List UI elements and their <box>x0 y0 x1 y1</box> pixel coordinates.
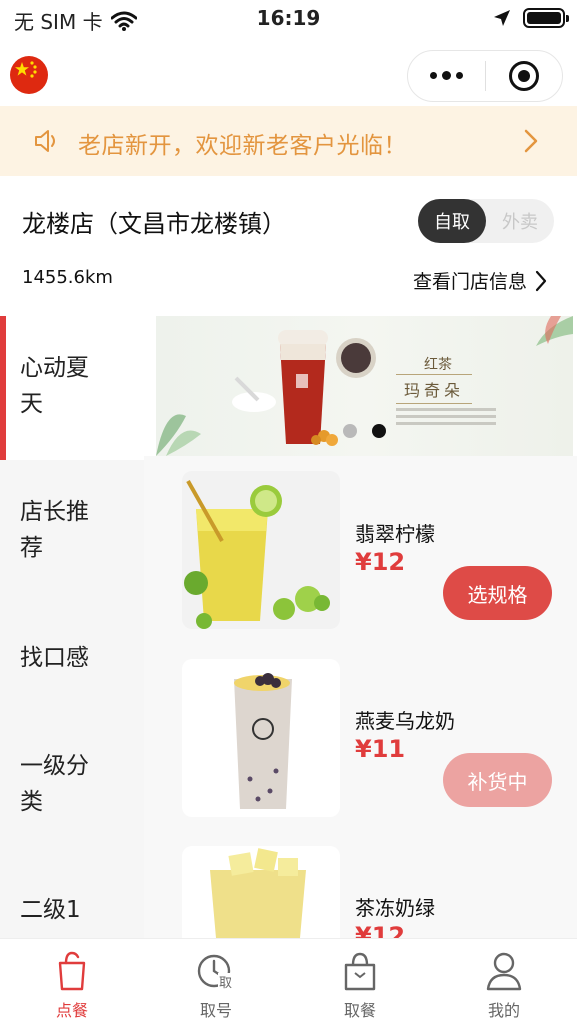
product-price: ¥12 <box>355 548 406 576</box>
svg-text:取: 取 <box>219 976 232 991</box>
tab-pickup[interactable]: 取餐 <box>288 939 432 1024</box>
store-name: 龙楼店（文昌市龙楼镇） <box>22 210 286 238</box>
notice-bar[interactable]: 老店新开，欢迎新老客户光临！ <box>0 106 577 176</box>
battery-icon <box>523 8 569 28</box>
promo-banner[interactable]: 红茶 玛奇朵 <box>156 316 573 456</box>
tab-label: 点餐 <box>55 1001 88 1020</box>
lemon-drink-image <box>184 480 330 629</box>
tea-jelly-milk-green-image <box>210 848 306 938</box>
mini-program-capsule <box>407 50 563 102</box>
banner-illustration <box>156 316 573 456</box>
tab-mine[interactable]: 我的 <box>432 939 576 1024</box>
chevron-right-icon <box>535 270 547 291</box>
category-item[interactable]: 心动夏 天 <box>0 316 144 460</box>
speaker-icon <box>35 130 55 152</box>
product-image[interactable] <box>182 846 340 938</box>
china-flag-icon[interactable] <box>10 56 48 94</box>
select-spec-button[interactable]: 选规格 <box>443 566 552 620</box>
bottom-tab-bar: 点餐 取 取号 取餐 我的 <box>0 938 577 1024</box>
order-mode-toggle: 自取 外卖 <box>418 199 554 243</box>
close-miniprogram-button[interactable] <box>486 51 563 101</box>
banner-subtitle: 玛奇朵 <box>396 374 473 404</box>
delivery-option[interactable]: 外卖 <box>486 199 554 243</box>
tab-label: 取号 <box>199 1001 232 1020</box>
app-screen: 无 SIM 卡 16:19 老店新开，欢迎新老客户光临！ 龙楼店（文昌市龙楼镇）… <box>0 0 577 1024</box>
wifi-icon <box>110 11 137 31</box>
tab-label: 我的 <box>487 1001 520 1020</box>
carousel-dot[interactable] <box>343 424 357 438</box>
category-item[interactable]: 二级1 <box>0 892 144 928</box>
carrier-label: 无 SIM 卡 <box>14 10 103 34</box>
chevron-right-icon <box>524 129 538 153</box>
store-info-label: 查看门店信息 <box>412 271 527 293</box>
banner-title: 红茶 <box>424 357 452 373</box>
category-item[interactable]: 找口感 <box>0 640 144 676</box>
restocking-button[interactable]: 补货中 <box>443 753 552 807</box>
target-circle-icon <box>508 61 539 91</box>
product-name: 茶冻奶绿 <box>355 896 435 920</box>
tab-label: 取餐 <box>343 1001 376 1020</box>
nav-bar <box>0 44 577 108</box>
product-name: 燕麦乌龙奶 <box>355 709 455 733</box>
status-right <box>493 8 569 28</box>
carousel-dot-active[interactable] <box>372 424 386 438</box>
oat-oolong-milk-image <box>234 673 292 809</box>
category-sidebar: 心动夏 天 店长推 荐 找口感 一级分 类 二级1 <box>0 316 144 938</box>
order-bag-icon <box>58 951 86 991</box>
location-arrow-icon <box>494 10 510 26</box>
product-price: ¥12 <box>355 922 406 938</box>
pickup-option[interactable]: 自取 <box>418 199 486 243</box>
user-icon <box>486 952 522 991</box>
product-image[interactable] <box>182 471 340 629</box>
category-item[interactable]: 店长推 荐 <box>0 494 144 566</box>
store-info-link[interactable]: 查看门店信息 <box>413 267 547 294</box>
status-bar: 无 SIM 卡 16:19 <box>0 0 577 40</box>
product-name: 翡翠柠檬 <box>355 522 435 546</box>
banner-text-lines <box>396 408 496 429</box>
category-item[interactable]: 一级分 类 <box>0 748 144 820</box>
more-button[interactable] <box>408 51 485 101</box>
status-left: 无 SIM 卡 <box>14 6 137 35</box>
product-price: ¥11 <box>355 735 406 763</box>
notice-text: 老店新开，欢迎新老客户光临！ <box>78 133 407 159</box>
shopping-bag-icon <box>344 952 376 991</box>
store-distance: 1455.6km <box>22 267 113 288</box>
more-dots-icon <box>429 71 463 80</box>
tab-order[interactable]: 点餐 <box>0 939 144 1024</box>
clock-ticket-icon: 取 <box>197 954 234 991</box>
product-image[interactable] <box>182 659 340 817</box>
tab-take-number[interactable]: 取 取号 <box>144 939 288 1024</box>
